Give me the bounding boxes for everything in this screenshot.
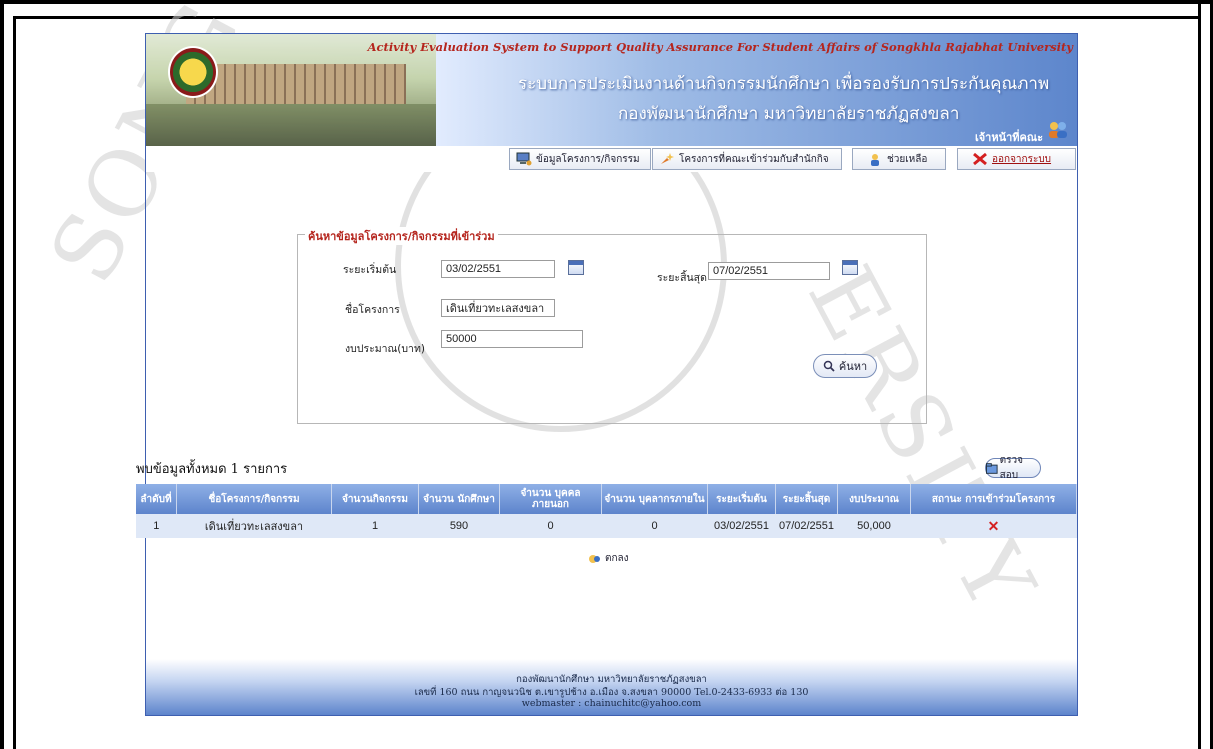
footer: กองพัฒนานักศึกษา มหาวิทยาลัยราชภัฏสงขลา …: [146, 659, 1077, 715]
cell-outsiders: 0: [499, 514, 602, 538]
menu-label: ข้อมูลโครงการ/กิจกรรม: [536, 153, 640, 165]
column-header: ชื่อโครงการ/กิจกรรม: [176, 484, 332, 514]
ok-icon: [589, 554, 600, 563]
menu-label: ช่วยเหลือ: [887, 153, 928, 165]
header-banner: Activity Evaluation System to Support Qu…: [146, 34, 1077, 146]
column-header: จำนวนกิจกรรม: [331, 484, 419, 514]
budget-label: งบประมาณ(บาท): [345, 343, 425, 355]
cell-end: 07/02/2551: [775, 514, 838, 538]
column-header: จำนวน นักศึกษา: [418, 484, 500, 514]
cell-budget: 50,000: [837, 514, 911, 538]
magnifier-icon: [823, 360, 835, 372]
top-menu: ข้อมูลโครงการ/กิจกรรม โครงการที่คณะเข้าร…: [146, 146, 1077, 172]
frame-border: [1198, 4, 1201, 749]
search-legend: ค้นหาข้อมูลโครงการ/กิจกรรมที่เข้าร่วม: [305, 227, 498, 245]
computer-icon: [516, 152, 532, 166]
table-row: 1 เดินเที่ยวทะเลสงขลา 1 590 0 0 03/02/25…: [136, 514, 1077, 538]
sparkle-icon: [661, 153, 674, 164]
table-header-row: ลำดับที่ ชื่อโครงการ/กิจกรรม จำนวนกิจกรร…: [136, 484, 1077, 514]
end-date-label: ระยะสิ้นสุด: [657, 272, 707, 284]
column-header: ระยะสิ้นสุด: [775, 484, 838, 514]
ok-label: ตกลง: [605, 553, 629, 564]
thai-title: ระบบการประเมินงานด้านกิจกรรมนักศึกษา เพื…: [518, 74, 1050, 94]
menu-help[interactable]: ช่วยเหลือ: [852, 148, 946, 170]
frame-border: [13, 16, 16, 749]
cell-activities: 1: [331, 514, 419, 538]
column-header: ระยะเริ่มต้น: [707, 484, 776, 514]
folder-icon: [986, 462, 998, 474]
cell-start: 03/02/2551: [707, 514, 776, 538]
results-table: ลำดับที่ ชื่อโครงการ/กิจกรรม จำนวนกิจกรร…: [136, 484, 1077, 538]
cell-name: เดินเที่ยวทะเลสงขลา: [176, 514, 332, 538]
calendar-icon[interactable]: [842, 260, 858, 275]
check-button-label: ตรวจสอบ: [999, 455, 1023, 481]
help-icon: [871, 154, 879, 166]
project-name-input[interactable]: [441, 299, 555, 317]
end-date-input[interactable]: [708, 262, 830, 280]
footer-email[interactable]: webmaster : chainuchitc@yahoo.com: [146, 698, 1077, 709]
start-date-label: ระยะเริ่มต้น: [343, 264, 397, 276]
ok-button[interactable]: ตกลง: [588, 551, 629, 566]
column-header: งบประมาณ: [837, 484, 911, 514]
check-button[interactable]: ตรวจสอบ: [985, 455, 1041, 481]
users-icon: [1049, 122, 1067, 138]
cell-no: 1: [136, 514, 177, 538]
search-button[interactable]: ค้นหา: [813, 354, 877, 378]
menu-faculty-projects[interactable]: โครงการที่คณะเข้าร่วมกับสำนักกิจ: [652, 148, 842, 170]
cell-status: ✕: [910, 514, 1077, 538]
menu-label: ออกจากระบบ: [992, 153, 1052, 165]
university-logo: [168, 46, 218, 98]
page-container: Activity Evaluation System to Support Qu…: [136, 33, 1078, 716]
cell-staff: 0: [601, 514, 708, 538]
english-title: Activity Evaluation System to Support Qu…: [367, 40, 1073, 54]
column-header: จำนวน บุคลากรภายใน: [601, 484, 708, 514]
search-button-label: ค้นหา: [838, 360, 868, 373]
project-name-label: ชื่อโครงการ: [345, 304, 400, 316]
calendar-icon[interactable]: [568, 260, 584, 275]
menu-project-info[interactable]: ข้อมูลโครงการ/กิจกรรม: [509, 148, 651, 170]
close-icon: [973, 152, 987, 166]
menu-label: โครงการที่คณะเข้าร่วมกับสำนักกิจ: [679, 153, 829, 165]
start-date-input[interactable]: [441, 260, 555, 278]
column-header: สถานะ การเข้าร่วมโครงการ: [910, 484, 1077, 514]
column-header: ลำดับที่: [136, 484, 177, 514]
red-x-icon[interactable]: ✕: [988, 518, 1000, 534]
officer-label: เจ้าหน้าที่คณะ: [974, 131, 1043, 144]
thai-subtitle: กองพัฒนานักศึกษา มหาวิทยาลัยราชภัฏสงขลา: [618, 104, 960, 124]
budget-input[interactable]: [441, 330, 583, 348]
result-summary: พบข้อมูลทั้งหมด 1 รายการ: [136, 462, 288, 477]
menu-logout[interactable]: ออกจากระบบ: [957, 148, 1076, 170]
cell-students: 590: [418, 514, 500, 538]
column-header: จำนวน บุคคลภายนอก: [499, 484, 602, 514]
